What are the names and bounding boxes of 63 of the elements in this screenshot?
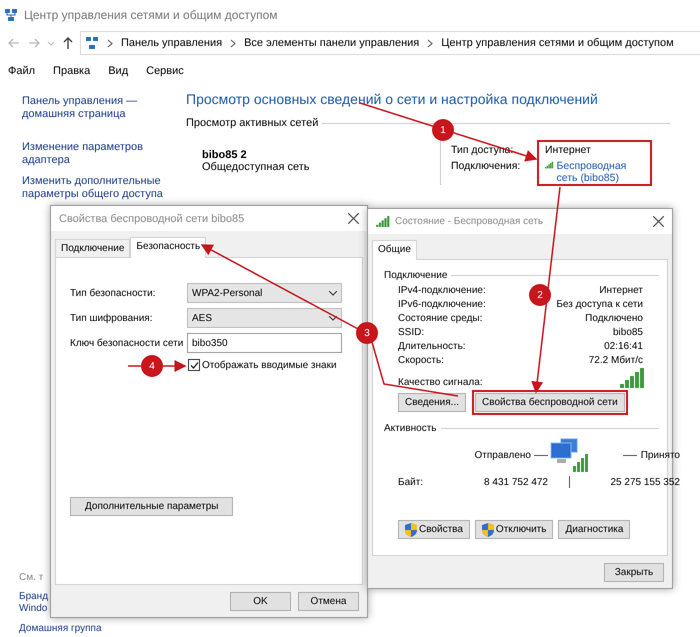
dropdown[interactable]: WPA2-Personal [187,283,342,303]
window-title: Центр управления сетями и общим доступом [24,8,278,22]
menu-item[interactable]: Вид [106,65,130,87]
sent-label: Отправлено [474,450,531,460]
advanced-button[interactable]: Дополнительные параметры [70,497,234,516]
tab[interactable]: Подключение [55,239,130,257]
sidebar-link[interactable]: Домашняя группа [19,623,186,635]
dialog-title: Свойства беспроводной сети bibo85 [59,212,246,224]
field-value: Подключено [585,313,643,324]
menu-item[interactable]: Сервис [144,65,186,87]
dialog-title: Состояние - Беспроводная сеть [395,216,544,227]
field-label: SSID: [398,327,424,338]
group-heading: Подключение [384,270,448,281]
field-label: Подключения: [451,160,522,172]
checkbox-label[interactable]: Отображать вводимые знаки [202,360,337,370]
field-label: Длительность: [398,341,466,352]
field-label: Качество сигнала: [398,377,483,388]
page-heading: Просмотр основных сведений о сети и настройка подключений [186,91,599,107]
field-value: Интернет [545,144,592,156]
field-value: 72.2 Мбит/с [588,355,643,366]
menu-item[interactable]: Файл [6,65,38,87]
see-also-heading: См. т [19,572,44,583]
field-label: IPv6-подключение: [398,299,486,310]
address-bar[interactable]: Панель управления Все элементы панели управления Центр управления сетями и общим доступом [80,31,700,55]
field-label: Байт: [398,476,424,488]
sidebar-link[interactable]: Изменение параметров адаптера [22,141,186,167]
network-name: bibo85 2 [202,149,248,161]
dialog-button[interactable]: Сведения... [398,393,466,412]
field-value: Интернет [599,285,643,296]
group-heading: Активность [384,423,437,434]
sent-bytes: 8 431 752 472 [484,476,548,488]
dialog-button[interactable]: Свойства беспроводной сети [475,393,625,412]
section-title: Просмотр активных сетей [186,117,318,129]
field-label: Тип шифрования: [70,312,154,324]
dialog-button[interactable]: OK [230,592,291,610]
breadcrumb[interactable]: Все элементы панели управления [244,37,420,49]
received-bytes: 25 275 155 352 [610,476,680,488]
network-category: Общедоступная сеть [202,161,311,173]
received-label: Принято [640,450,680,460]
connection-link[interactable]: Беспроводная сеть (bibo85) [556,160,645,184]
field-label: Тип безопасности: [70,288,156,298]
field-label: IPv4-подключение: [398,285,486,296]
close-button[interactable]: Закрыть [604,562,664,582]
sidebar-link[interactable]: Панель управления — домашняя страница [22,95,186,121]
dialog-button[interactable]: Диагностика [558,520,630,539]
breadcrumb[interactable]: Центр управления сетями и общим доступом [441,37,674,49]
dialog-button[interactable]: Отключить [474,520,554,539]
tab[interactable]: Безопасность [130,237,206,258]
menu-item[interactable]: Правка [51,65,92,87]
dialog-button[interactable]: Отмена [298,592,359,610]
input-field[interactable]: bibo350 [187,333,342,353]
field-label: Скорость: [398,355,444,366]
callout-badge: 1 [432,119,454,141]
field-value: 02:16:41 [604,341,643,352]
dropdown[interactable]: AES [187,308,342,328]
field-label: Ключ безопасности сети [70,338,184,348]
field-value: bibo85 [612,327,643,338]
tab[interactable]: Общие [372,240,417,260]
dialog-button[interactable]: Свойства [398,520,470,539]
field-value: Без доступа к сети [556,299,643,310]
sidebar-link[interactable]: Изменить дополнительные параметры общего доступа [22,175,186,201]
field-label: Состояние среды: [398,313,482,324]
breadcrumb[interactable]: Панель управления [121,37,222,49]
